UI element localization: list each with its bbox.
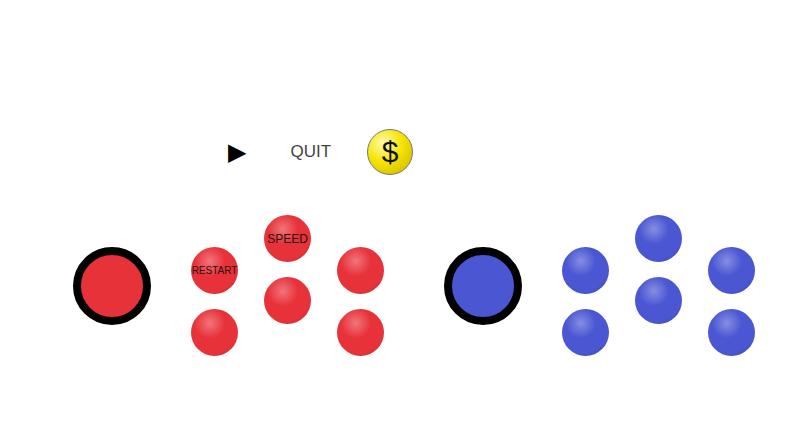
red-game-button[interactable] — [191, 309, 238, 356]
red-game-button[interactable] — [337, 309, 384, 356]
blue-game-button[interactable] — [635, 277, 682, 324]
top-controls: ▶ QUIT $ — [0, 129, 800, 175]
red-game-button[interactable] — [337, 247, 384, 294]
blue-game-button[interactable] — [708, 247, 755, 294]
button-column — [708, 247, 755, 356]
blue-joystick[interactable] — [444, 247, 522, 325]
coin-button[interactable]: $ — [367, 129, 413, 175]
blue-button-cluster — [562, 215, 755, 356]
red-game-button[interactable]: RESTART — [191, 247, 238, 294]
blue-pad — [444, 215, 755, 356]
red-button-cluster: RESTART SPEED — [191, 215, 384, 356]
game-controller: ▶ QUIT $ RESTART SPEED — [0, 0, 800, 430]
red-pad: RESTART SPEED — [73, 215, 384, 356]
quit-button[interactable]: QUIT — [290, 142, 331, 162]
pads-row: RESTART SPEED — [0, 215, 800, 356]
blue-game-button[interactable] — [562, 309, 609, 356]
red-game-button[interactable]: SPEED — [264, 215, 311, 262]
red-game-button[interactable] — [264, 277, 311, 324]
button-column: RESTART — [191, 247, 238, 356]
play-button[interactable]: ▶ — [228, 140, 246, 164]
button-column — [635, 215, 682, 324]
button-column — [562, 247, 609, 356]
blue-game-button[interactable] — [562, 247, 609, 294]
button-column: SPEED — [264, 215, 311, 324]
red-joystick[interactable] — [73, 247, 151, 325]
button-column — [337, 247, 384, 356]
blue-game-button[interactable] — [635, 215, 682, 262]
blue-game-button[interactable] — [708, 309, 755, 356]
